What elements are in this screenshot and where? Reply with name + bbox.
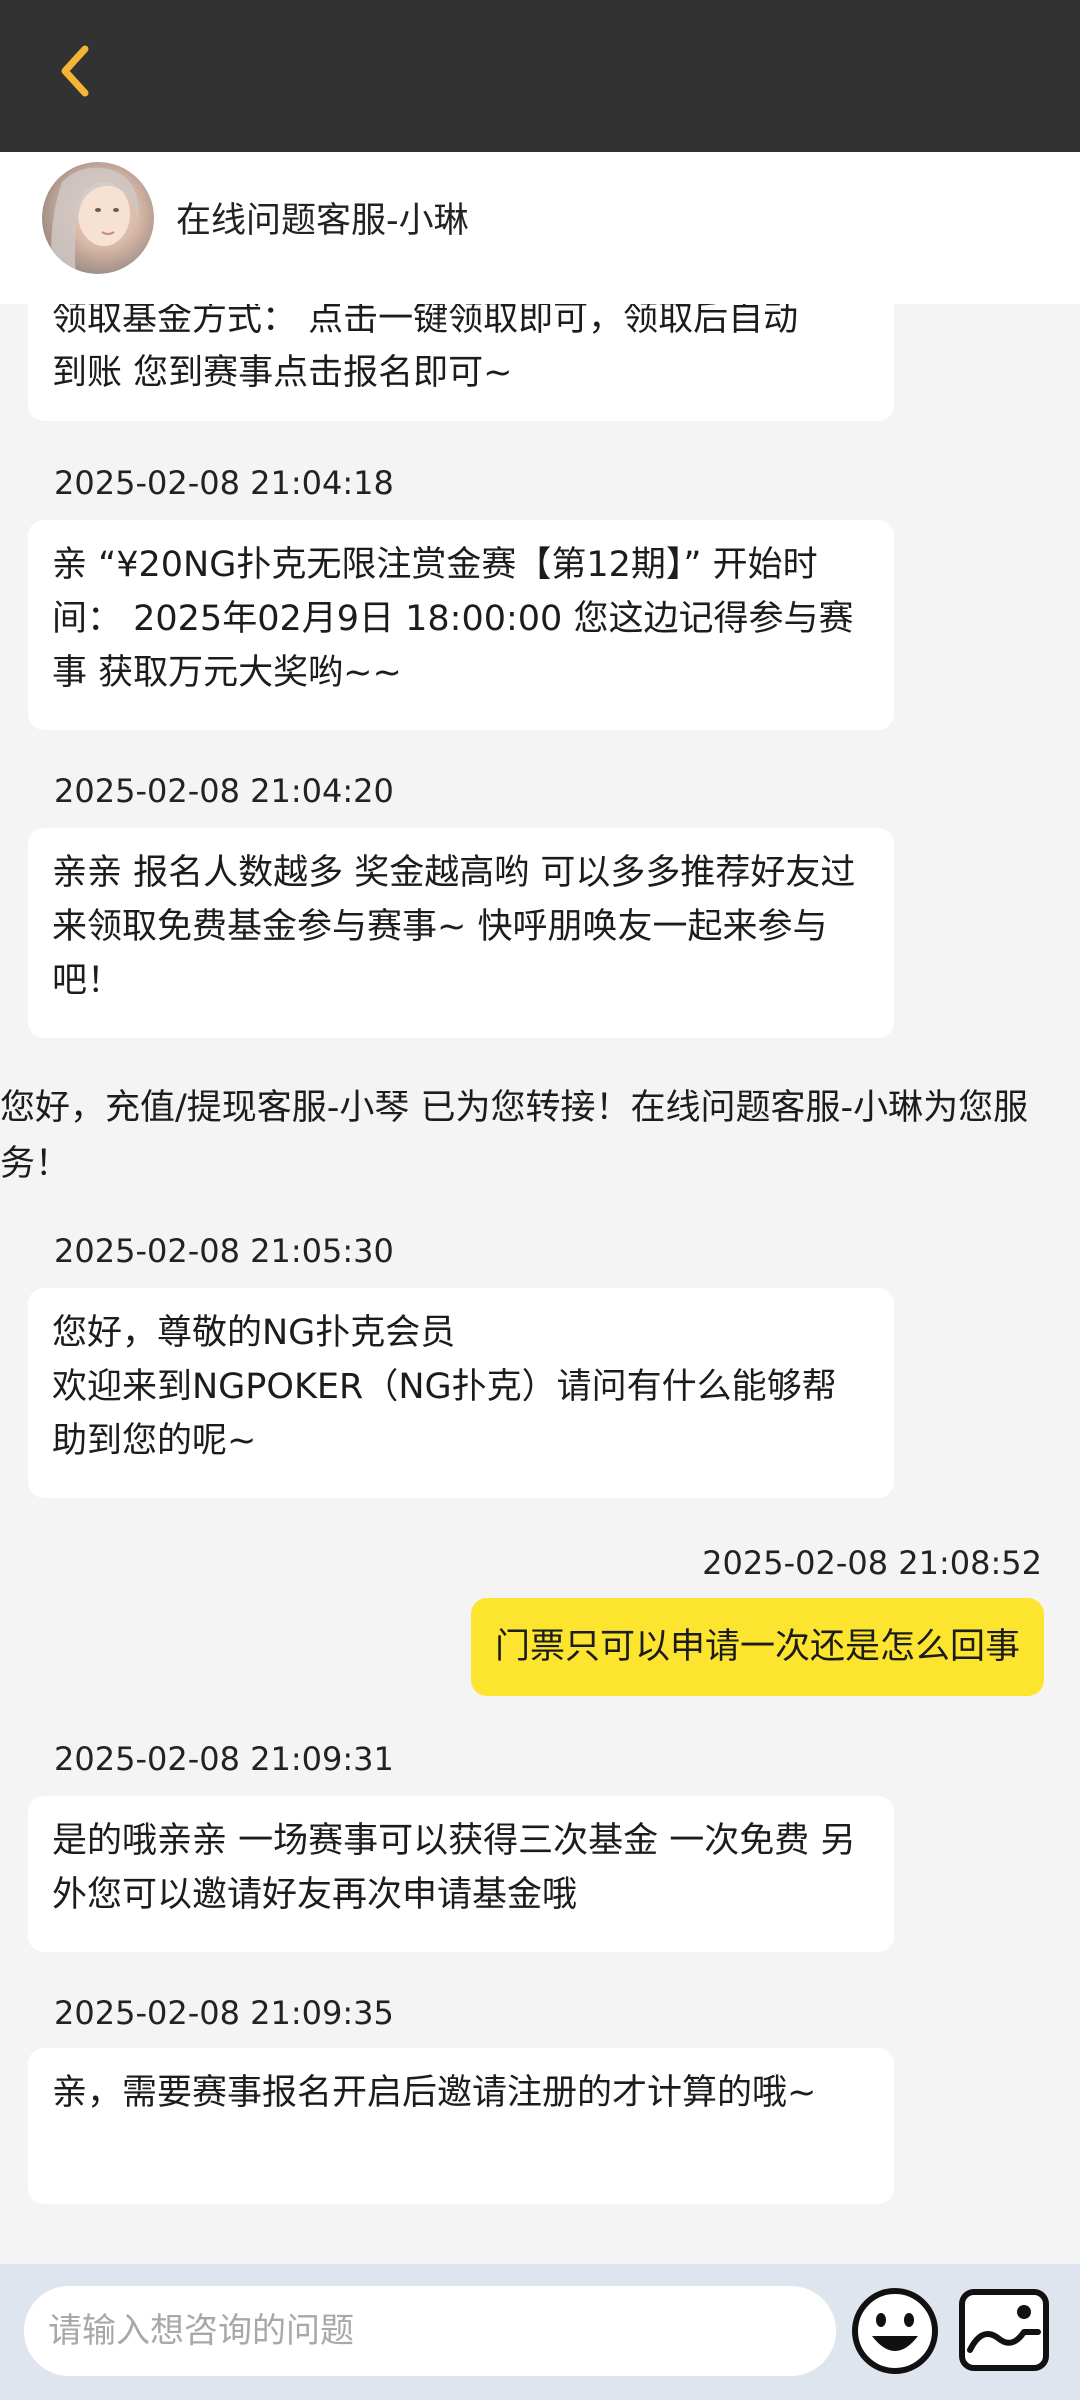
message-text-line: 您好，尊敬的NG扑克会员	[52, 1313, 456, 1353]
message-timestamp: 2025-02-08 21:04:18	[54, 464, 394, 502]
agent-message-bubble: 是的哦亲亲 一场赛事可以获得三次基金 一次免费 另外您可以邀请好友再次申请基金哦	[28, 1796, 894, 1952]
agent-message-bubble: 您好，尊敬的NG扑克会员 欢迎来到NGPOKER（NG扑克）请问有什么能够帮助到…	[28, 1288, 894, 1498]
message-text: 亲 “¥20NG扑克无限注赏金赛【第12期】” 开始时间： 2025年02月9日…	[52, 545, 854, 693]
agent-message-bubble: 领取基金方式： 点击一键领取即可，领取后自动 到账 您到赛事点击报名即可~	[28, 304, 894, 421]
avatar-image	[51, 167, 139, 274]
system-notice: 您好，充值/提现客服-小琴 已为您转接！在线问题客服-小琳为您服务！	[0, 1088, 1029, 1184]
image-button[interactable]	[958, 2288, 1050, 2372]
message-text: 是的哦亲亲 一场赛事可以获得三次基金 一次免费 另外您可以邀请好友再次申请基金哦	[52, 1821, 856, 1915]
message-text: 门票只可以申请一次还是怎么回事	[494, 1627, 1020, 1667]
message-timestamp: 2025-02-08 21:09:31	[54, 1740, 394, 1778]
back-button[interactable]	[40, 36, 110, 106]
chat-area[interactable]: 领取基金方式： 点击一键领取即可，领取后自动 到账 您到赛事点击报名即可~ 20…	[0, 304, 1080, 2264]
agent-message-bubble: 亲，需要赛事报名开启后邀请注册的才计算的哦~	[28, 2048, 894, 2204]
message-input[interactable]	[24, 2286, 836, 2376]
image-icon	[959, 2289, 1049, 2371]
avatar[interactable]	[42, 162, 154, 274]
agent-message-bubble: 亲 “¥20NG扑克无限注赏金赛【第12期】” 开始时间： 2025年02月9日…	[28, 520, 894, 730]
message-timestamp: 2025-02-08 21:08:52	[702, 1544, 1042, 1582]
top-bar	[0, 0, 1080, 152]
message-timestamp: 2025-02-08 21:05:30	[54, 1232, 394, 1270]
chevron-left-icon	[61, 45, 89, 97]
emoji-icon	[852, 2288, 938, 2374]
message-timestamp: 2025-02-08 21:09:35	[54, 1994, 394, 2032]
message-timestamp: 2025-02-08 21:04:20	[54, 772, 394, 810]
input-bar	[0, 2264, 1080, 2400]
agent-header: 在线问题客服-小琳	[0, 152, 1080, 304]
user-message-bubble: 门票只可以申请一次还是怎么回事	[470, 1598, 1044, 1696]
message-text-line: 欢迎来到NGPOKER（NG扑克）请问有什么能够帮助到您的呢~	[52, 1367, 837, 1461]
message-text-line: 到账 您到赛事点击报名即可~	[52, 353, 513, 393]
message-text-line: 领取基金方式： 点击一键领取即可，领取后自动	[52, 304, 799, 339]
message-text: 亲，需要赛事报名开启后邀请注册的才计算的哦~	[52, 2073, 817, 2113]
agent-name: 在线问题客服-小琳	[176, 201, 469, 241]
message-text: 亲亲 报名人数越多 奖金越高哟 可以多多推荐好友过来领取免费基金参与赛事~ 快呼…	[52, 853, 856, 1001]
emoji-button[interactable]	[850, 2286, 940, 2376]
agent-message-bubble: 亲亲 报名人数越多 奖金越高哟 可以多多推荐好友过来领取免费基金参与赛事~ 快呼…	[28, 828, 894, 1038]
